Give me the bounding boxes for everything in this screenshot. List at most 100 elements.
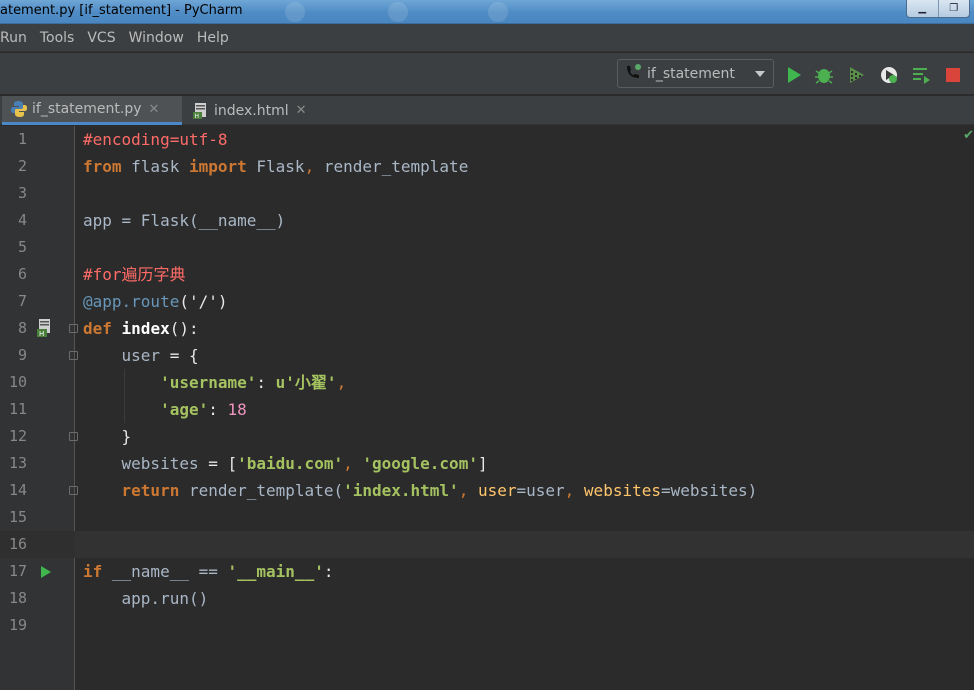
line-number: 11 [8, 400, 27, 418]
minimize-icon: ▁ [918, 3, 927, 14]
code-token: if [83, 562, 103, 581]
run-configuration-select[interactable]: if_statement [617, 59, 774, 88]
title-bar: atement.py [if_statement] - PyCharm ▁ ❐ [0, 0, 974, 24]
fold-marker[interactable] [69, 324, 78, 333]
menu-run[interactable]: Run [0, 30, 27, 46]
stop-icon[interactable] [943, 65, 963, 85]
concurrency-icon[interactable] [911, 65, 931, 85]
line-number: 14 [8, 481, 27, 499]
restore-button[interactable]: ❐ [939, 0, 970, 17]
code-token: #encoding=utf-8 [83, 130, 228, 149]
code-token: def [83, 319, 112, 338]
tab-label: if_statement.py [32, 101, 142, 117]
code-token: import [188, 157, 247, 176]
fold-marker[interactable] [69, 351, 78, 360]
code-line: #encoding=utf-8 [83, 126, 228, 153]
code-line: @app.route('/') [83, 288, 228, 315]
code-token: #for遍历字典 [83, 265, 186, 284]
line-number: 8 [17, 319, 27, 337]
code-token: 18 [227, 400, 247, 419]
close-icon[interactable]: ✕ [296, 103, 307, 118]
line-number: 13 [8, 454, 27, 472]
code-token: render_template [323, 157, 469, 176]
code-token: user [477, 481, 517, 500]
profile-icon[interactable] [879, 65, 899, 85]
code-line: user = { [83, 342, 199, 369]
code-token: from [83, 157, 122, 176]
line-number: 7 [17, 292, 27, 310]
debug-icon[interactable] [814, 65, 834, 85]
code-token: , [458, 481, 478, 500]
window-controls: ▁ ❐ [906, 0, 970, 18]
code-line: 'age': 18 [83, 396, 247, 423]
code-line: #for遍历字典 [83, 261, 186, 288]
line-number: 3 [17, 184, 27, 202]
run-gutter-icon[interactable] [40, 564, 52, 578]
code-token: u'小翟' [275, 373, 337, 392]
tab-if-statement[interactable]: if_statement.py ✕ [2, 96, 182, 125]
code-token: 'index.html' [343, 481, 459, 500]
line-number: 1 [17, 130, 27, 148]
code-token: flask [121, 157, 189, 176]
code-token: } [83, 427, 132, 446]
run-config-label: if_statement [647, 65, 735, 82]
menu-vcs[interactable]: VCS [87, 30, 115, 46]
python-file-icon [10, 100, 28, 118]
run-config-icon [623, 62, 645, 86]
code-token: index [111, 319, 170, 338]
line-number: 6 [17, 265, 27, 283]
code-line: from flask import Flask, render_template [83, 153, 468, 180]
code-token: Flask [246, 157, 305, 176]
menu-window[interactable]: Window [129, 30, 184, 46]
line-number: 15 [8, 508, 27, 526]
minimize-button[interactable]: ▁ [907, 0, 939, 17]
code-token: app.run() [83, 589, 209, 608]
close-icon[interactable]: ✕ [149, 102, 160, 117]
menu-help[interactable]: Help [197, 30, 229, 46]
code-token: user [83, 346, 161, 365]
title-decoration [488, 2, 508, 22]
menu-bar: Run Tools VCS Window Help [0, 24, 974, 52]
line-number: 12 [8, 427, 27, 445]
menu-tools[interactable]: Tools [40, 30, 75, 46]
code-token: app = Flask(__name__) [83, 211, 286, 230]
code-editor[interactable]: H ✔ 1 #encoding=utf-8 2 from flask import F… [0, 126, 974, 690]
coverage-icon[interactable] [846, 65, 866, 85]
code-token: : [323, 562, 334, 581]
code-line: if __name__ == '__main__': [83, 558, 333, 585]
code-line: app = Flask(__name__) [83, 207, 285, 234]
code-token: ('/') [179, 292, 228, 311]
restore-icon: ❐ [949, 3, 959, 14]
html-template-gutter-icon[interactable]: H [36, 318, 56, 338]
code-line: def index(): [83, 315, 199, 342]
code-token: websites [583, 481, 661, 500]
title-decoration [388, 2, 408, 22]
line-number: 2 [17, 157, 27, 175]
code-token: return [121, 481, 180, 500]
editor-tab-bar: if_statement.py ✕ H index.html ✕ [0, 96, 974, 125]
code-token: @app.route [83, 292, 180, 311]
svg-text:H: H [195, 113, 200, 120]
line-number: 19 [8, 616, 27, 634]
code-token: =websites) [660, 481, 758, 500]
window-title: atement.py [if_statement] - PyCharm [0, 3, 243, 18]
code-token: 'google.com' [362, 454, 478, 473]
code-line: return render_template('index.html', use… [83, 477, 758, 504]
run-icon[interactable] [784, 65, 804, 85]
line-number: 10 [8, 373, 27, 391]
code-token: 'baidu.com' [237, 454, 344, 473]
chevron-down-icon [755, 71, 765, 77]
code-line: app.run() [83, 585, 209, 612]
code-token: , [304, 157, 324, 176]
code-token: , [564, 481, 584, 500]
code-token: , [343, 454, 363, 473]
line-number: 18 [8, 589, 27, 607]
fold-marker[interactable] [69, 432, 78, 441]
code-token: = { [160, 346, 199, 365]
fold-marker[interactable] [69, 486, 78, 495]
code-token: '__main__' [227, 562, 324, 581]
code-token: ] [477, 454, 488, 473]
tab-index-html[interactable]: H index.html ✕ [184, 96, 318, 125]
